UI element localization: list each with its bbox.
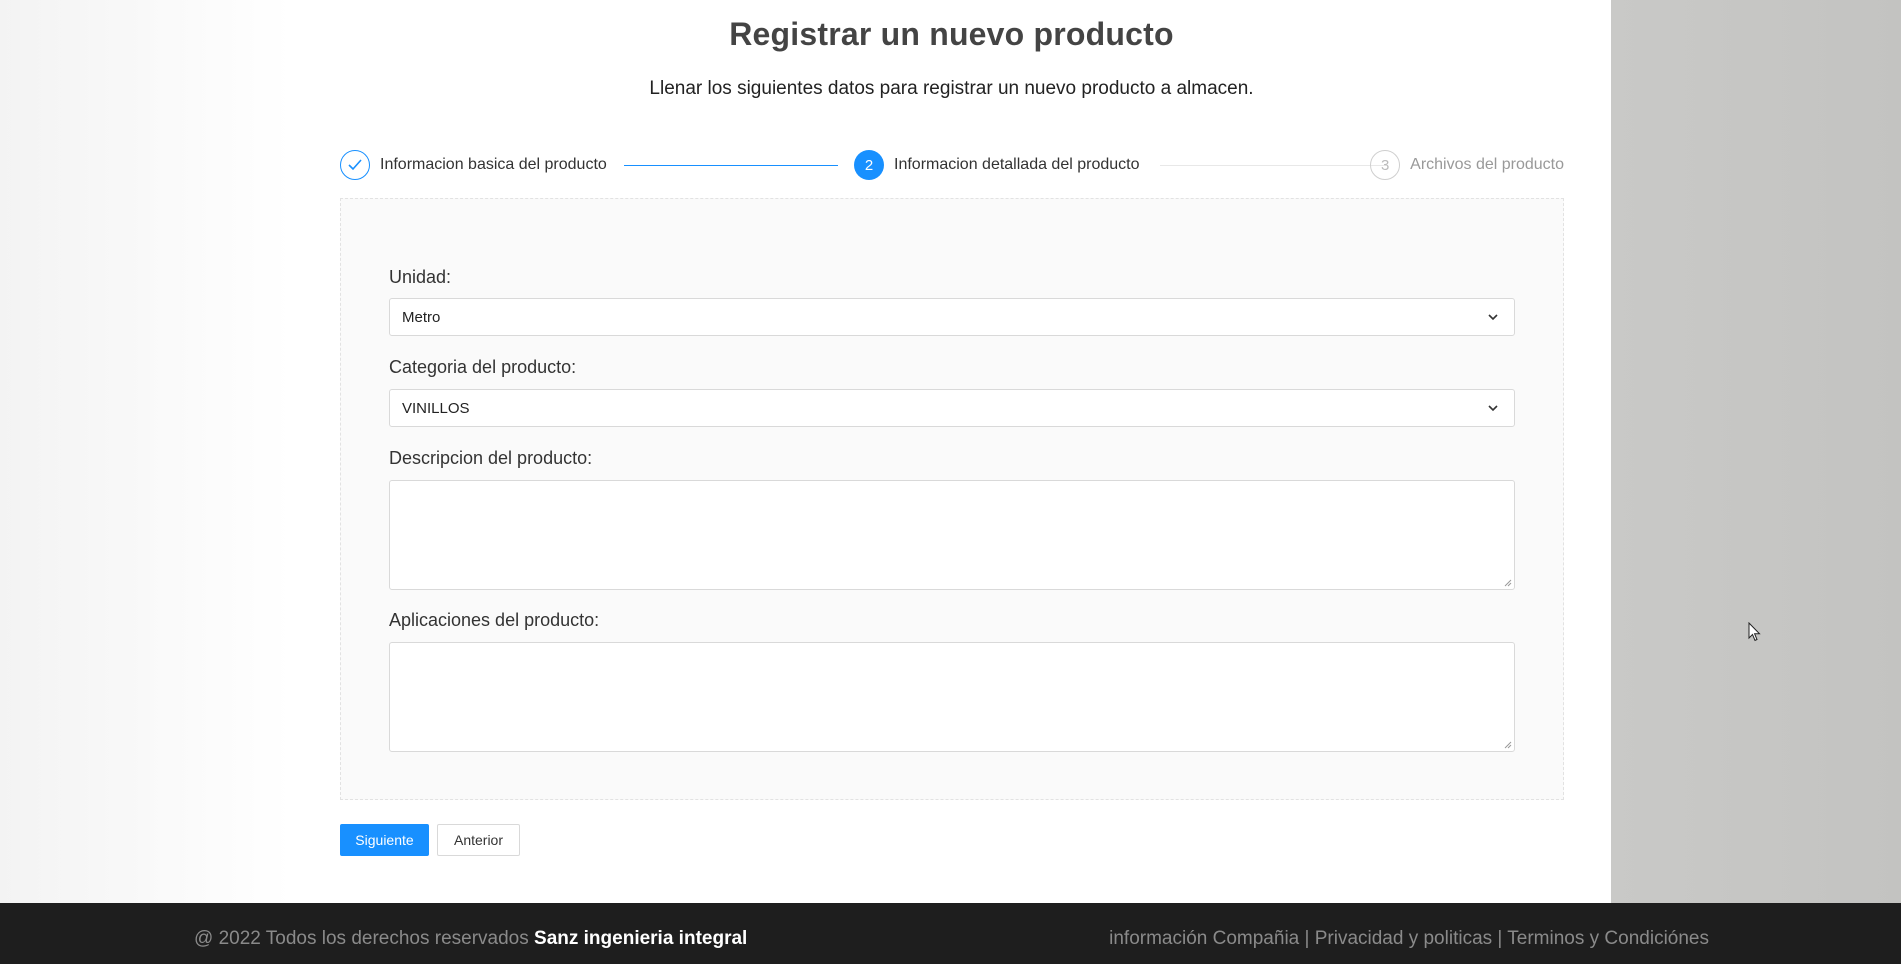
categoria-value: VINILLOS	[402, 399, 470, 417]
resize-grip-icon[interactable]	[1503, 578, 1512, 587]
next-button[interactable]: Siguiente	[340, 824, 429, 856]
step-number: 3	[1370, 150, 1401, 180]
page-subtitle: Llenar los siguientes datos para registr…	[649, 78, 1254, 99]
categoria-label: Categoria del producto:	[389, 357, 577, 377]
left-background	[0, 0, 292, 903]
categoria-select[interactable]: VINILLOS	[389, 389, 1515, 427]
footer: @ 2022 Todos los derechos reservados San…	[0, 903, 1901, 964]
step-number: 2	[854, 150, 884, 180]
brand-name: Sanz ingenieria integral	[534, 928, 748, 949]
resize-grip-icon[interactable]	[1503, 740, 1512, 749]
mouse-pointer-icon	[1748, 622, 1761, 642]
step-connector-done	[624, 165, 838, 166]
unidad-value: Metro	[402, 308, 441, 326]
chevron-down-icon	[1488, 314, 1498, 321]
unidad-select[interactable]: Metro	[389, 298, 1515, 336]
main-container: Registrar un nuevo producto Llenar los s…	[292, 0, 1611, 903]
form-panel: Unidad: Metro Categoria del producto: VI…	[340, 198, 1564, 800]
check-icon	[340, 150, 370, 180]
copyright-text: @ 2022 Todos los derechos reservados	[194, 928, 529, 949]
descripcion-label: Descripcion del producto:	[389, 448, 593, 468]
previous-button[interactable]: Anterior	[437, 824, 520, 856]
unidad-label: Unidad:	[389, 267, 452, 287]
step-basic-info[interactable]: Informacion basica del producto	[340, 148, 607, 182]
step-label: Informacion detallada del producto	[894, 156, 1140, 173]
step-detailed-info[interactable]: 2 Informacion detallada del producto	[854, 148, 1140, 182]
chevron-down-icon	[1488, 405, 1498, 412]
step-label: Informacion basica del producto	[380, 156, 607, 173]
page-title: Registrar un nuevo producto	[729, 16, 1174, 52]
step-connector-pending	[1160, 165, 1386, 166]
descripcion-textarea[interactable]	[389, 480, 1515, 590]
footer-copyright: @ 2022 Todos los derechos reservados San…	[194, 928, 747, 950]
aplicaciones-label: Aplicaciones del producto:	[389, 610, 600, 630]
footer-links[interactable]: información Compañia | Privacidad y poli…	[1109, 928, 1709, 950]
right-background	[1611, 0, 1901, 903]
stepper: Informacion basica del producto 2 Inform…	[340, 148, 1564, 182]
step-label: Archivos del producto	[1410, 156, 1564, 173]
step-files[interactable]: 3 Archivos del producto	[1370, 148, 1564, 182]
aplicaciones-textarea[interactable]	[389, 642, 1515, 752]
